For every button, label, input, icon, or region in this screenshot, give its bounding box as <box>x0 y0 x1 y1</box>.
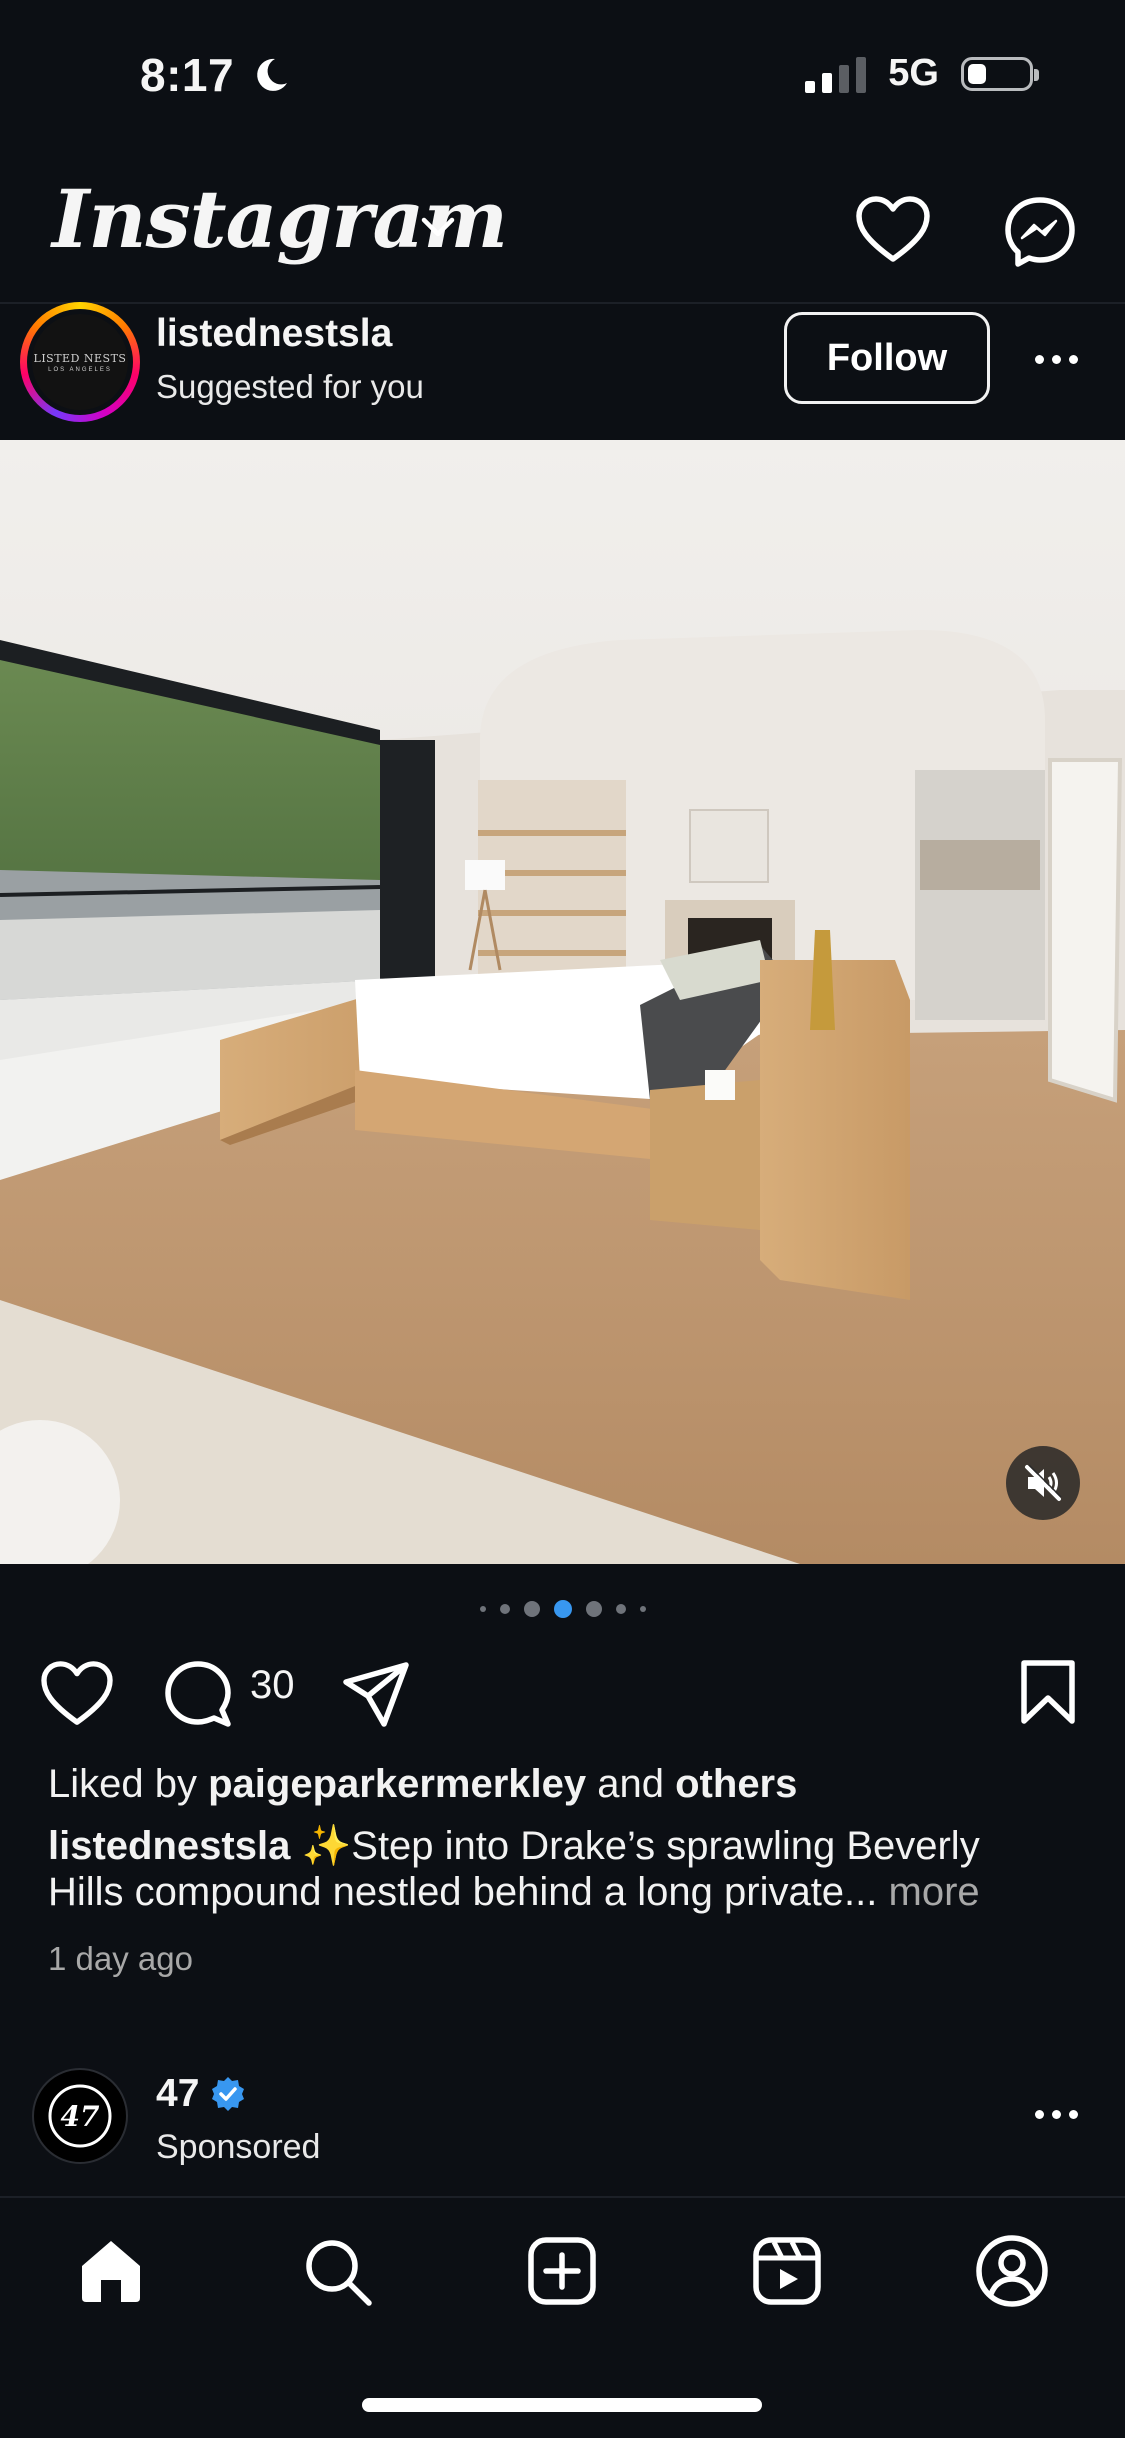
comment-icon[interactable] <box>162 1658 234 1730</box>
liked-by-line: Liked by paigeparkermerkley and others <box>48 1762 798 1806</box>
speaker-muted-icon <box>1025 1464 1062 1501</box>
home-indicator <box>362 2398 762 2412</box>
reels-icon[interactable] <box>752 2236 822 2306</box>
sponsored-label: Sponsored <box>156 2128 321 2166</box>
messenger-icon[interactable] <box>1003 195 1077 269</box>
liked-by-user[interactable]: paigeparkermerkley <box>208 1762 586 1806</box>
follow-button[interactable]: Follow <box>784 312 990 404</box>
carousel-dot <box>639 1606 646 1612</box>
search-icon[interactable] <box>302 2236 374 2308</box>
account-avatar[interactable]: LISTED NESTS LOS ANGELES <box>20 302 140 422</box>
caption-line-1: listednestsla ✨Step into Drake’s sprawli… <box>48 1824 980 1868</box>
chevron-down-icon[interactable] <box>418 212 458 242</box>
header-divider <box>0 302 1125 304</box>
sponsor-name[interactable]: 47 <box>156 2072 247 2116</box>
carousel-indicator <box>0 1600 1125 1618</box>
like-heart-icon[interactable] <box>40 1660 114 1728</box>
mute-audio-button[interactable] <box>1006 1446 1080 1520</box>
account-name[interactable]: listednestsla <box>156 312 392 356</box>
carousel-dot-active <box>553 1600 572 1618</box>
share-send-icon[interactable] <box>340 1660 412 1728</box>
sponsor-avatar[interactable]: 47 <box>32 2068 128 2164</box>
liked-by-others[interactable]: others <box>675 1762 797 1806</box>
brand-47-logo: 47 <box>48 2084 112 2148</box>
carousel-dot <box>499 1604 510 1614</box>
profile-icon[interactable] <box>975 2234 1049 2308</box>
avatar-logo-text: LISTED NESTS <box>33 351 127 365</box>
notifications-heart-icon[interactable] <box>855 195 931 265</box>
more-options-icon[interactable] <box>1035 355 1078 364</box>
battery-icon <box>961 56 1039 91</box>
suggested-label: Suggested for you <box>156 368 424 405</box>
status-indicators: 5G <box>805 52 1039 95</box>
post-time: 1 day ago <box>48 1940 193 1977</box>
comment-count: 30 <box>250 1663 295 1707</box>
signal-icon <box>805 55 867 93</box>
post-photo[interactable] <box>0 440 1125 1564</box>
bedroom-photo-image <box>0 440 1125 1564</box>
carousel-dot <box>615 1604 626 1614</box>
carousel-dot <box>523 1601 540 1617</box>
home-icon[interactable] <box>76 2236 146 2306</box>
avatar-logo-subtext: LOS ANGELES <box>48 366 112 373</box>
verified-badge-icon <box>212 2077 245 2111</box>
carousel-dot <box>479 1606 486 1612</box>
svg-text:47: 47 <box>61 2100 100 2133</box>
status-time: 8:17 <box>140 48 291 102</box>
moon-icon <box>257 58 288 91</box>
caption-line-2: Hills compound nestled behind a long pri… <box>48 1870 980 1914</box>
network-type: 5G <box>888 52 939 94</box>
save-bookmark-icon[interactable] <box>1018 1658 1078 1726</box>
carousel-dot <box>585 1601 602 1617</box>
caption-more-link[interactable]: more <box>889 1870 980 1914</box>
caption-username[interactable]: listednestsla <box>48 1824 290 1868</box>
sponsor-more-options-icon[interactable] <box>1035 2110 1078 2119</box>
create-post-icon[interactable] <box>527 2236 597 2306</box>
